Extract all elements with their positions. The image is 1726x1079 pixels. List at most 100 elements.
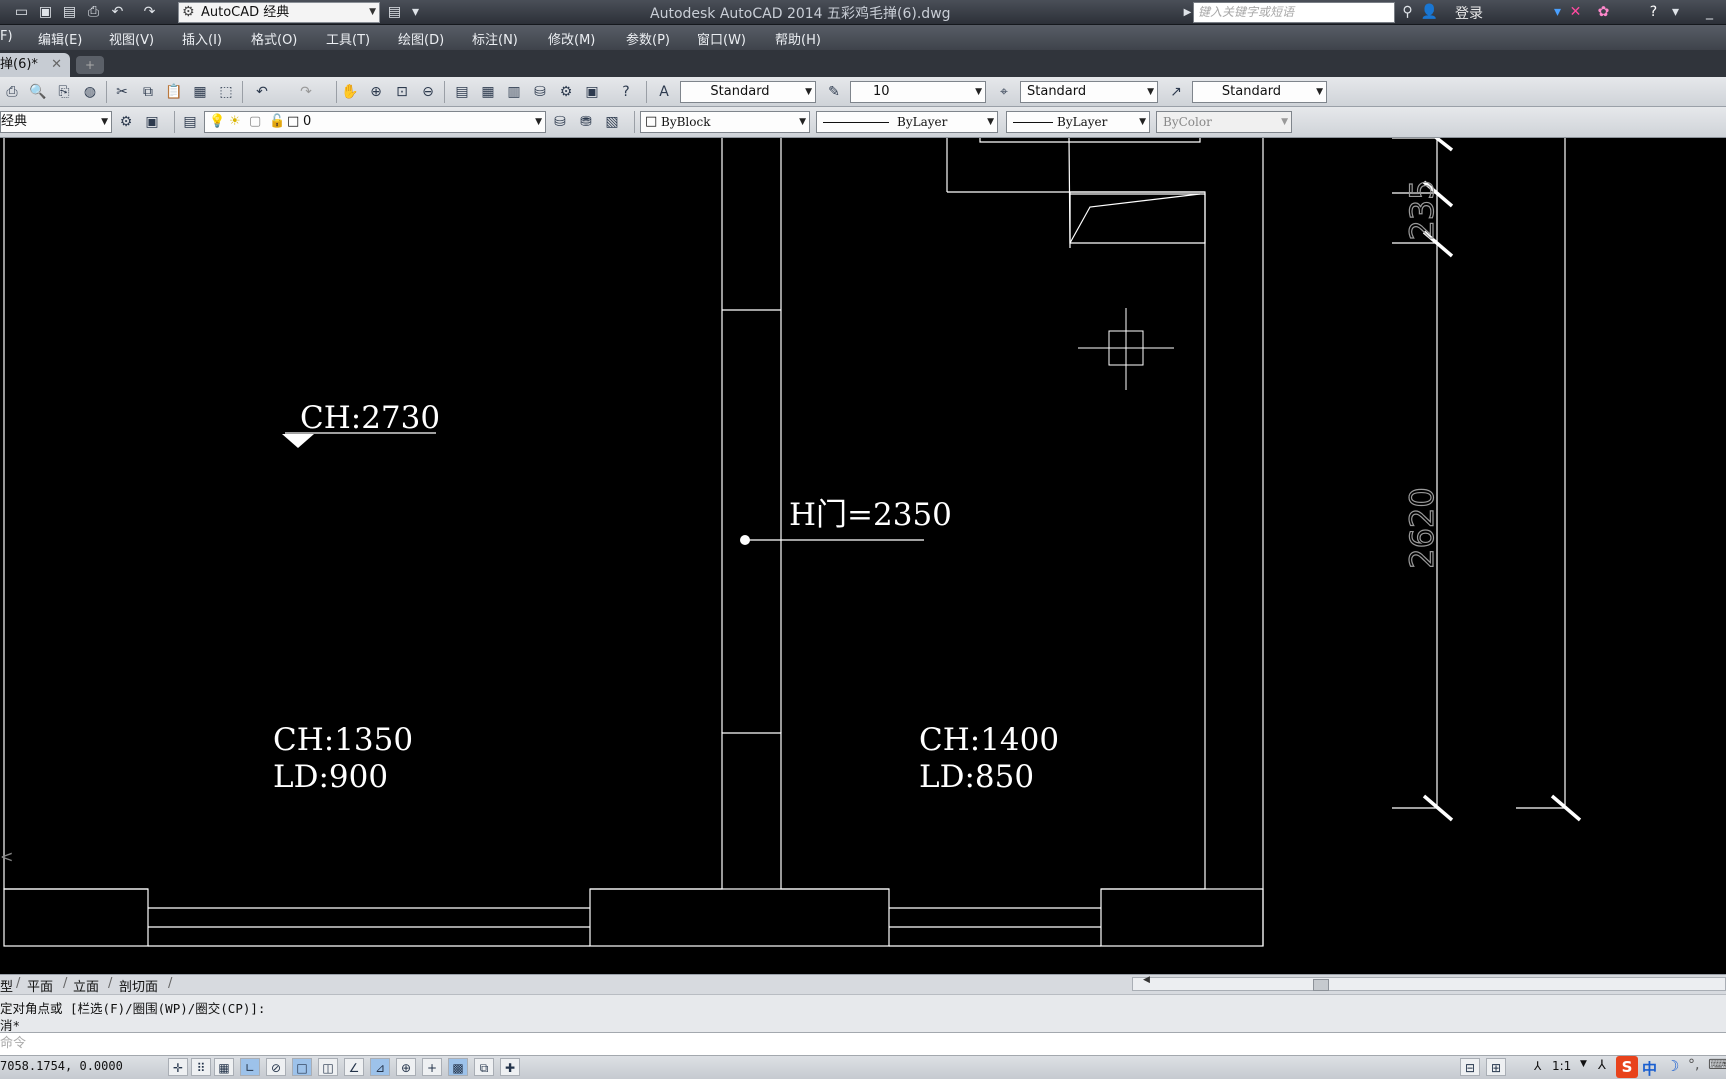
menu-insert[interactable]: 插入(I) (182, 29, 222, 48)
minimize-icon[interactable]: _ (1700, 3, 1719, 22)
tab-elevation[interactable]: 立面 (73, 976, 99, 995)
paste-icon[interactable]: 📋 (164, 82, 184, 102)
scrollbar-thumb[interactable] (1313, 979, 1329, 991)
menu-window[interactable]: 窗口(W) (697, 29, 746, 48)
close-icon[interactable]: ✕ (51, 53, 62, 77)
workspace-mini-select[interactable]: 经典 ▼ (0, 111, 112, 133)
plotstyle-select[interactable]: ByColor ▼ (1156, 111, 1292, 133)
multileader-style-select[interactable]: Standard ▼ (1192, 81, 1327, 103)
print-icon[interactable]: ⎙ (2, 82, 22, 102)
saveas-icon[interactable]: ▤ (60, 3, 79, 22)
plot-icon[interactable]: ⎙ (84, 3, 103, 22)
block-editor-icon[interactable]: ⬚ (216, 82, 236, 102)
moon-icon[interactable]: ☽ (1666, 1057, 1679, 1075)
tool-palettes-icon[interactable]: ▥ (504, 82, 524, 102)
transparency-icon[interactable]: ▩ (448, 1058, 468, 1076)
dim-style-select[interactable]: Standard ▼ (1020, 81, 1158, 103)
menu-file[interactable]: F) (0, 29, 13, 44)
lineweight-display-icon[interactable]: + (422, 1058, 442, 1076)
layer-select[interactable]: 💡 ☀ ▢ 🔓 □ 0 ▼ (204, 111, 546, 133)
document-tab[interactable]: 掸(6)* ✕ (0, 53, 70, 77)
annotation-visibility-icon[interactable]: ⅄ (1598, 1058, 1606, 1073)
annotation-scale-icon[interactable]: ⅄ (1534, 1059, 1541, 1073)
publish-icon[interactable]: ⎘ (54, 82, 74, 102)
object-snap-icon[interactable]: □ (292, 1058, 312, 1076)
pan-icon[interactable]: ✋ (340, 82, 360, 102)
annotation-scale-value[interactable]: 1:1 (1552, 1059, 1571, 1073)
coordinate-readout[interactable]: 7058.1754, 0.0000 (0, 1059, 123, 1073)
help-icon[interactable]: ? (616, 82, 636, 102)
command-line[interactable]: 命令 (0, 1032, 1726, 1056)
tab-section[interactable]: 剖切面 (119, 976, 158, 995)
properties-icon[interactable]: ▤ (452, 82, 472, 102)
layer-state-icon[interactable]: ▧ (602, 112, 622, 132)
redo-icon[interactable]: ↷ (296, 82, 316, 102)
dropdown-icon[interactable]: ▾ (1548, 3, 1567, 22)
menu-help[interactable]: 帮助(H) (775, 29, 821, 48)
horizontal-scrollbar[interactable]: ◀ (1132, 975, 1726, 991)
ortho-mode-icon[interactable]: ∟ (240, 1058, 260, 1076)
scroll-left-icon[interactable]: ◀ (1143, 975, 1150, 985)
preview-icon[interactable]: 🔍 (28, 82, 48, 102)
punctuation-icon[interactable]: °, (1688, 1057, 1699, 1073)
undo-icon[interactable]: ↶ (252, 82, 272, 102)
workspace-select[interactable]: ⚙ AutoCAD 经典 ▼ (178, 2, 380, 23)
snap-mode-icon[interactable]: ⠿ (191, 1058, 211, 1076)
help-dropdown-icon[interactable]: ▾ (1666, 3, 1685, 22)
annotation-scale-icon[interactable]: ✎ (824, 82, 844, 102)
dim-style-icon[interactable]: ⌖ (994, 82, 1014, 102)
qa-dropdown-icon[interactable]: ▾ (406, 3, 425, 22)
menu-tools[interactable]: 工具(T) (326, 29, 370, 48)
redo-icon[interactable]: ↷ (140, 3, 159, 22)
help-icon[interactable]: ? (1644, 3, 1663, 22)
3d-dwf-icon[interactable]: ◍ (80, 82, 100, 102)
menu-format[interactable]: 格式(O) (251, 29, 297, 48)
gear-icon[interactable]: ⚙ (116, 112, 136, 132)
menu-draw[interactable]: 绘图(D) (398, 29, 444, 48)
zoom-window-icon[interactable]: ⊡ (392, 82, 412, 102)
user-icon[interactable]: 👤 (1420, 3, 1439, 22)
annotation-scale-select[interactable]: 10 ▼ (850, 81, 986, 103)
binoculars-icon[interactable]: ⚲ (1398, 3, 1417, 22)
otrack-icon[interactable]: ∠ (344, 1058, 364, 1076)
match-properties-icon[interactable]: ▦ (190, 82, 210, 102)
chevron-down-icon[interactable]: ▼ (1580, 1059, 1587, 1069)
workspace-settings-icon[interactable]: ▣ (142, 112, 162, 132)
text-style-icon[interactable]: A (654, 82, 674, 102)
undo-icon[interactable]: ↶ (108, 3, 127, 22)
zoom-realtime-icon[interactable]: ⊕ (366, 82, 386, 102)
exchange-icon[interactable]: ✕ (1566, 3, 1585, 22)
dynamic-ucs-icon[interactable]: ⊿ (370, 1058, 390, 1076)
cut-icon[interactable]: ✂ (112, 82, 132, 102)
model-space-icon[interactable]: ⊟ (1460, 1058, 1480, 1076)
menu-parametric[interactable]: 参数(P) (626, 29, 670, 48)
text-style-select[interactable]: Standard ▼ (680, 81, 816, 103)
menu-view[interactable]: 视图(V) (109, 29, 154, 48)
new-tab-button[interactable]: + (76, 56, 104, 74)
selection-cycling-icon[interactable]: ✚ (500, 1058, 520, 1076)
layer-previous-icon[interactable]: ⛃ (576, 112, 596, 132)
color-select[interactable]: □ ByBlock ▼ (640, 111, 810, 133)
copy-icon[interactable]: ⧉ (138, 82, 158, 102)
linetype-select[interactable]: ByLayer ▼ (816, 111, 998, 133)
menu-modify[interactable]: 修改(M) (548, 29, 595, 48)
infer-constraints-icon[interactable]: ✛ (168, 1058, 188, 1076)
dynamic-input-icon[interactable]: ⊕ (396, 1058, 416, 1076)
markup-icon[interactable]: ⚙ (556, 82, 576, 102)
design-center-icon[interactable]: ▦ (478, 82, 498, 102)
new-file-icon[interactable]: ▭ (12, 3, 31, 22)
save-icon[interactable]: ▣ (36, 3, 55, 22)
layer-properties-icon[interactable]: ▤ (180, 112, 200, 132)
quick-properties-icon[interactable]: ⧉ (474, 1058, 494, 1076)
drawing-canvas[interactable]: CH:2730 H门=2350 CH:1350 LD:900 CH:1400 L… (0, 138, 1726, 974)
a360-icon[interactable]: ✿ (1594, 3, 1613, 22)
menu-dimension[interactable]: 标注(N) (472, 29, 518, 48)
quick-view-icon[interactable]: ⊞ (1486, 1058, 1506, 1076)
search-input[interactable]: 键入关键字或短语 (1193, 2, 1395, 23)
tab-model[interactable]: 型 (0, 976, 13, 995)
3d-osnap-icon[interactable]: ◫ (318, 1058, 338, 1076)
zoom-previous-icon[interactable]: ⊖ (418, 82, 438, 102)
multileader-style-icon[interactable]: ↗ (1166, 82, 1186, 102)
ime-mode[interactable]: 中 (1642, 1058, 1657, 1079)
polar-tracking-icon[interactable]: ⊘ (266, 1058, 286, 1076)
